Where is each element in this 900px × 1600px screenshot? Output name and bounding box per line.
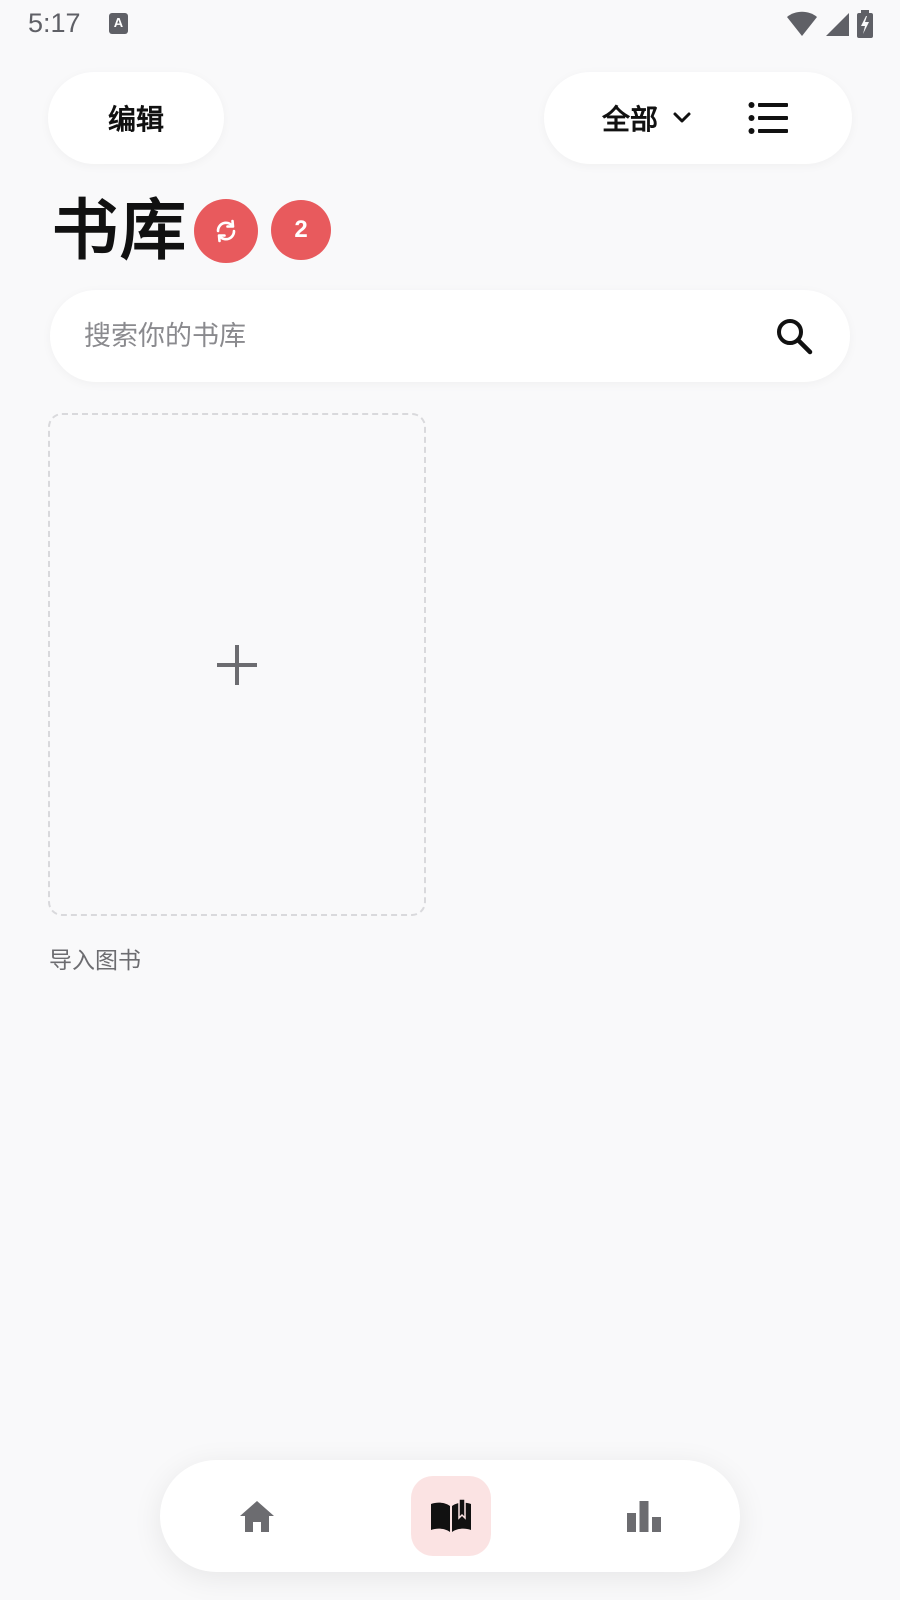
list-icon <box>748 102 788 134</box>
sync-button[interactable] <box>194 199 258 263</box>
page-title: 书库 <box>52 191 188 269</box>
open-book-icon <box>431 1498 471 1532</box>
chevron-down-icon <box>673 112 691 123</box>
battery-charging-icon <box>857 10 873 38</box>
nav-home[interactable] <box>217 1476 297 1556</box>
notification-a-icon: A <box>109 13 128 34</box>
status-icons <box>786 10 874 38</box>
signal-icon <box>826 13 849 36</box>
screen: 5:17 A 编辑 全部 书库 2 搜索你的书库 导入图书 <box>0 0 900 1600</box>
status-bar: 5:17 A <box>0 0 900 50</box>
edit-button-label: 编辑 <box>107 103 164 136</box>
status-time: 5:17 <box>28 8 81 38</box>
search-bar <box>50 290 850 382</box>
plus-icon <box>217 644 257 685</box>
bottom-nav <box>160 1460 740 1572</box>
filter-selected-label: 全部 <box>602 103 659 136</box>
filter-dropdown[interactable]: 全部 <box>602 72 692 164</box>
edit-button[interactable]: 编辑 <box>48 72 224 164</box>
bar-chart-icon <box>627 1501 661 1532</box>
search-input[interactable] <box>84 290 744 382</box>
filter-group: 全部 <box>544 72 852 164</box>
wifi-icon <box>787 11 817 36</box>
home-icon <box>240 1501 274 1532</box>
search-icon[interactable] <box>774 316 814 356</box>
nav-stats[interactable] <box>604 1476 684 1556</box>
import-book-label: 导入图书 <box>49 948 141 974</box>
nav-library[interactable] <box>411 1476 491 1556</box>
import-book-card[interactable] <box>48 413 426 916</box>
count-badge[interactable]: 2 <box>271 200 331 260</box>
sync-icon <box>216 219 236 243</box>
list-view-button[interactable] <box>744 94 792 142</box>
